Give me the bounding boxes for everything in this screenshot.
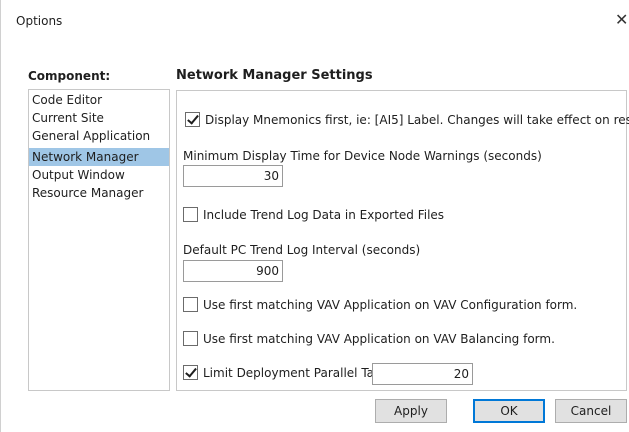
component-item-output-window[interactable]: Output Window [29, 166, 169, 184]
component-list[interactable]: Code Editor Current Site General Applica… [28, 89, 170, 391]
vav-config-row: Use first matching VAV Application on VA… [183, 297, 577, 312]
limit-parallel-row: Limit Deployment Parallel Tasks [183, 365, 393, 380]
default-trend-interval-label: Default PC Trend Log Interval (seconds) [183, 243, 421, 257]
include-trend-log-row: Include Trend Log Data in Exported Files [183, 207, 444, 222]
component-item-general-application[interactable]: General Application [29, 127, 169, 145]
min-display-time-label: Minimum Display Time for Device Node War… [183, 149, 542, 163]
component-item-resource-manager[interactable]: Resource Manager [29, 184, 169, 202]
apply-button[interactable]: Apply [375, 399, 447, 423]
vav-config-label: Use first matching VAV Application on VA… [203, 297, 578, 312]
dialog-title: Options [16, 14, 63, 28]
include-trend-log-label: Include Trend Log Data in Exported Files [203, 207, 445, 222]
ok-button[interactable]: OK [473, 399, 545, 423]
limit-parallel-label: Limit Deployment Parallel Tasks [203, 365, 394, 380]
min-display-time-row: Minimum Display Time for Device Node War… [183, 149, 542, 163]
component-label: Component: [28, 69, 111, 83]
vav-config-checkbox[interactable] [183, 297, 198, 312]
component-item-current-site[interactable]: Current Site [29, 109, 169, 127]
cancel-button[interactable]: Cancel [555, 399, 627, 423]
limit-parallel-checkbox[interactable] [183, 365, 198, 380]
component-item-code-editor[interactable]: Code Editor [29, 91, 169, 109]
min-display-time-input[interactable]: 30 [183, 165, 283, 187]
vav-balancing-label: Use first matching VAV Application on VA… [203, 331, 555, 346]
close-icon[interactable]: ✕ [615, 10, 628, 30]
component-item-network-manager[interactable]: Network Manager [29, 148, 169, 166]
settings-panel: Display Mnemonics first, ie: [AI5] Label… [176, 90, 629, 391]
vav-balancing-row: Use first matching VAV Application on VA… [183, 331, 555, 346]
include-trend-log-checkbox[interactable] [183, 207, 198, 222]
options-dialog: Options ✕ Component: Code Editor Current… [0, 0, 629, 432]
default-trend-interval-input[interactable]: 900 [183, 260, 283, 282]
default-trend-interval-row: Default PC Trend Log Interval (seconds) [183, 243, 420, 257]
display-mnemonics-row: Display Mnemonics first, ie: [AI5] Label… [185, 112, 629, 127]
display-mnemonics-checkbox[interactable] [185, 112, 200, 127]
vav-balancing-checkbox[interactable] [183, 331, 198, 346]
settings-title: Network Manager Settings [176, 68, 373, 83]
display-mnemonics-label: Display Mnemonics first, ie: [AI5] Label… [205, 112, 629, 127]
limit-parallel-input[interactable]: 20 [372, 363, 473, 385]
